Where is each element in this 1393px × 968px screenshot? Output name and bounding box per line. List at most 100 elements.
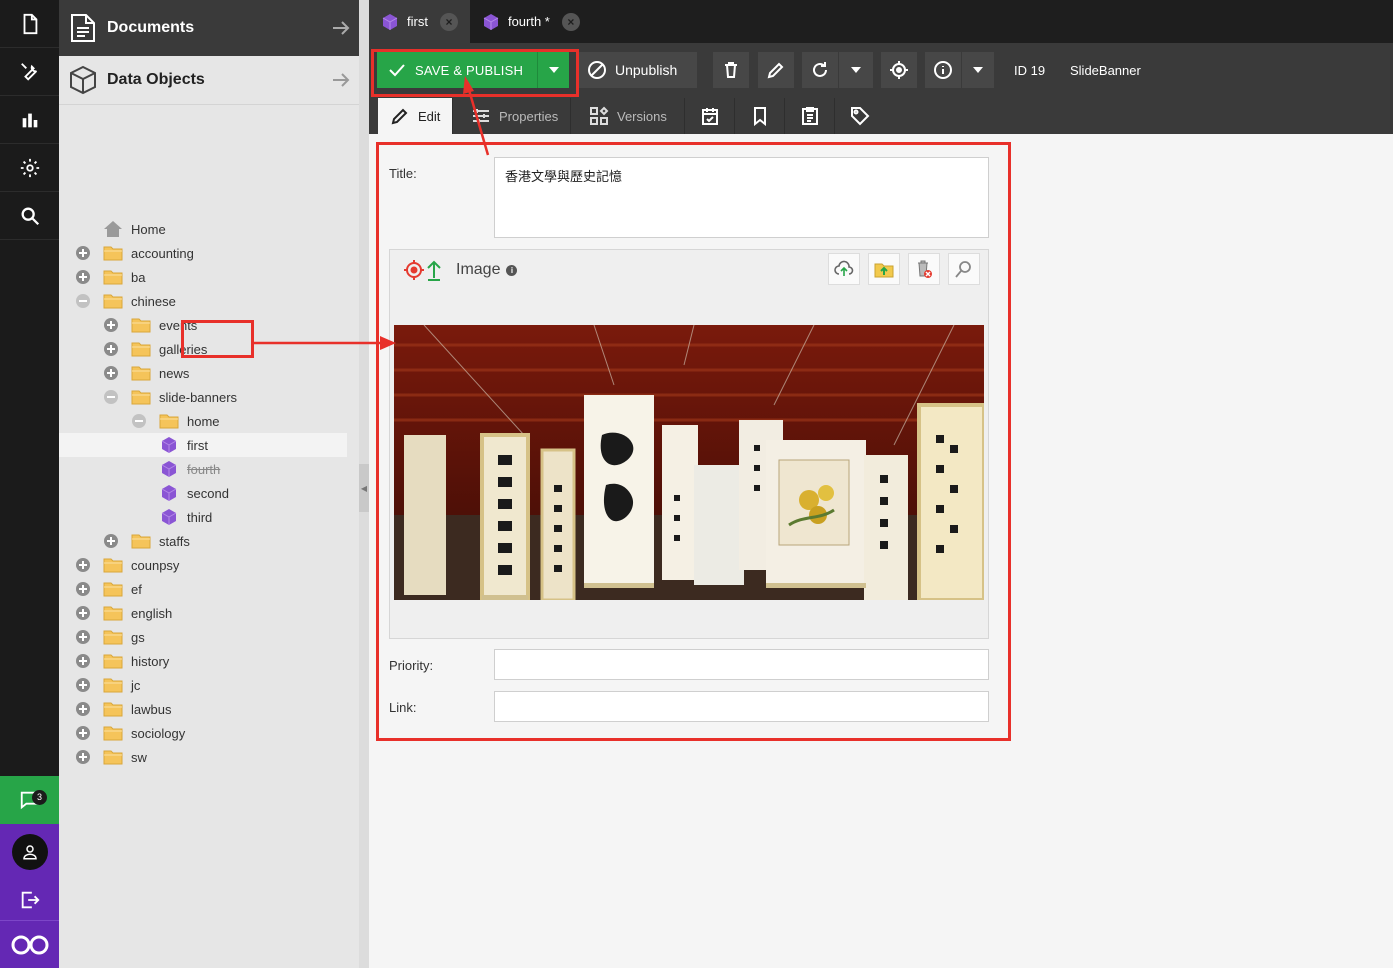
arrow-right-icon[interactable]	[331, 70, 351, 90]
document-text-icon	[69, 12, 97, 44]
expand-plus-icon[interactable]	[75, 749, 91, 765]
tab-tags[interactable]	[835, 98, 885, 134]
tree-node-second[interactable]: second	[59, 481, 347, 505]
tree-node-fourth[interactable]: fourth	[59, 457, 347, 481]
search-nav-button[interactable]	[0, 192, 59, 240]
expand-plus-icon[interactable]	[75, 581, 91, 597]
upload-arrow-icon[interactable]	[426, 258, 442, 282]
expand-plus-icon[interactable]	[75, 629, 91, 645]
close-tab-icon[interactable]: ×	[561, 12, 580, 31]
collapse-minus-icon[interactable]	[131, 413, 147, 429]
expand-plus-icon[interactable]	[103, 533, 119, 549]
arrow-right-icon[interactable]	[331, 18, 351, 38]
data-objects-title: Data Objects	[107, 71, 205, 88]
refresh-icon	[813, 62, 827, 77]
tab-schedule[interactable]	[685, 98, 735, 134]
tree-node-galleries[interactable]: galleries	[59, 337, 347, 361]
logout-button[interactable]	[0, 880, 59, 920]
tree-node-events[interactable]: events	[59, 313, 347, 337]
tree-node-third[interactable]: third	[59, 505, 347, 529]
expand-plus-icon[interactable]	[75, 725, 91, 741]
tab-edit[interactable]: Edit	[378, 98, 453, 134]
user-profile-button[interactable]	[0, 824, 59, 880]
browse-assets-button[interactable]	[868, 253, 900, 285]
tree-node-jc[interactable]: jc	[59, 673, 347, 697]
documents-nav-button[interactable]	[0, 0, 59, 48]
tree-node-sociology[interactable]: sociology	[59, 721, 347, 745]
collapse-minus-icon[interactable]	[103, 389, 119, 405]
tree-node-home[interactable]: home	[59, 409, 347, 433]
expand-plus-icon[interactable]	[75, 557, 91, 573]
reload-button[interactable]	[802, 52, 838, 88]
tab-fourth[interactable]: fourth * ×	[470, 0, 592, 43]
folder-icon	[103, 556, 123, 574]
tree-node-slide-banners[interactable]: slide-banners	[59, 385, 347, 409]
expand-plus-icon[interactable]	[75, 269, 91, 285]
title-field[interactable]: 香港文學與歷史記憶	[494, 157, 989, 238]
bar-chart-icon	[22, 113, 37, 127]
expand-plus-icon[interactable]	[75, 701, 91, 717]
tree-node-staffs[interactable]: staffs	[59, 529, 347, 553]
calendar-check-icon	[701, 108, 718, 125]
tree-node-accounting[interactable]: accounting	[59, 241, 347, 265]
logout-icon	[21, 891, 40, 909]
tab-first[interactable]: first ×	[369, 0, 470, 43]
chat-button[interactable]: 3	[0, 776, 59, 824]
cloud-upload-icon	[834, 260, 854, 276]
link-field[interactable]	[494, 691, 989, 722]
priority-field[interactable]	[494, 649, 989, 680]
tree-node-english[interactable]: english	[59, 601, 347, 625]
expand-plus-icon[interactable]	[103, 365, 119, 381]
tools-nav-button[interactable]	[0, 48, 59, 96]
crosshair-target-icon[interactable]	[402, 258, 426, 282]
save-options-dropdown[interactable]	[537, 52, 569, 88]
tree-node-sw[interactable]: sw	[59, 745, 347, 769]
reports-nav-button[interactable]	[0, 96, 59, 144]
expand-plus-icon[interactable]	[75, 677, 91, 693]
collapse-minus-icon[interactable]	[75, 293, 91, 309]
search-image-button[interactable]	[948, 253, 980, 285]
locate-in-tree-button[interactable]	[881, 52, 917, 88]
tree-node-label: news	[159, 365, 190, 381]
unpublish-button[interactable]: Unpublish	[579, 52, 697, 88]
tree-node-history[interactable]: history	[59, 649, 347, 673]
expand-plus-icon[interactable]	[103, 341, 119, 357]
close-tab-icon[interactable]: ×	[439, 12, 458, 31]
tree-node-ef[interactable]: ef	[59, 577, 347, 601]
folder-icon	[131, 532, 151, 550]
pimcore-logo[interactable]	[0, 920, 59, 968]
documents-panel-header[interactable]: Documents	[59, 0, 359, 56]
tree-node-ba[interactable]: ba	[59, 265, 347, 289]
tree-splitter[interactable]: ◀	[359, 0, 369, 968]
tree-node-lawbus[interactable]: lawbus	[59, 697, 347, 721]
upload-image-button[interactable]	[828, 253, 860, 285]
expand-plus-icon[interactable]	[75, 653, 91, 669]
tree-node-first[interactable]: first	[59, 433, 347, 457]
tree-node-chinese[interactable]: chinese	[59, 289, 347, 313]
image-field-title: Image	[456, 261, 501, 278]
info-options-dropdown[interactable]	[962, 52, 994, 88]
tree-node-gs[interactable]: gs	[59, 625, 347, 649]
tab-properties[interactable]: Properties	[459, 98, 571, 134]
image-field-header: Image i	[390, 250, 988, 290]
expand-plus-icon[interactable]	[75, 245, 91, 261]
collapse-tree-handle[interactable]: ◀	[359, 464, 369, 512]
tree-node-news[interactable]: news	[59, 361, 347, 385]
tree-node-Home[interactable]: Home	[59, 217, 347, 241]
rename-button[interactable]	[758, 52, 794, 88]
object-id-label: ID 19	[1014, 63, 1046, 78]
editor-tab-bar: first × fourth * ×	[369, 0, 1393, 43]
reload-options-dropdown[interactable]	[839, 52, 873, 88]
delete-button[interactable]	[713, 52, 749, 88]
tab-tasks[interactable]	[785, 98, 835, 134]
expand-plus-icon[interactable]	[103, 317, 119, 333]
clear-image-button[interactable]	[908, 253, 940, 285]
save-and-publish-button[interactable]: SAVE & PUBLISH	[377, 52, 537, 88]
expand-plus-icon[interactable]	[75, 605, 91, 621]
tab-notes[interactable]	[735, 98, 785, 134]
info-button[interactable]	[925, 52, 961, 88]
tree-node-counpsy[interactable]: counpsy	[59, 553, 347, 577]
tab-versions[interactable]: Versions	[577, 98, 685, 134]
data-objects-panel-header[interactable]: Data Objects	[59, 56, 359, 105]
settings-nav-button[interactable]	[0, 144, 59, 192]
